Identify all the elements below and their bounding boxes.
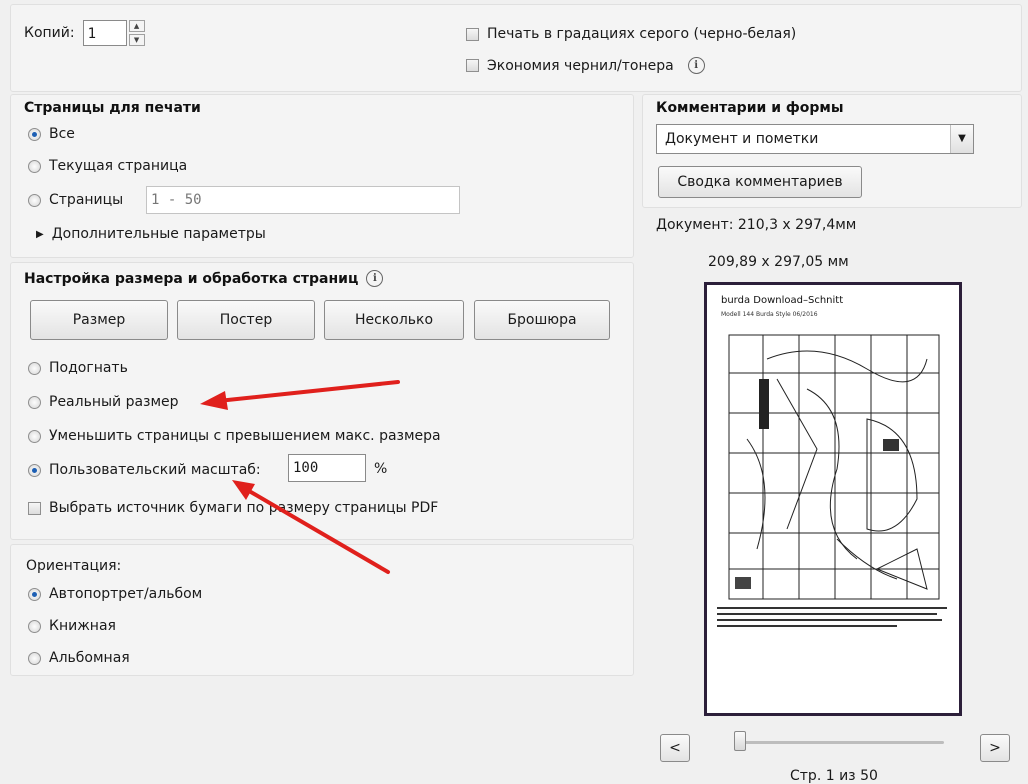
- next-chevron-icon: >: [989, 740, 1001, 756]
- pattern-thumbnail: [717, 329, 947, 629]
- custom-scale-radio[interactable]: [28, 463, 41, 477]
- pages-range-label: Страницы: [49, 192, 124, 208]
- copies-label: Копий:: [24, 25, 75, 41]
- fit-radio[interactable]: [28, 361, 41, 375]
- info-icon[interactable]: i: [687, 57, 705, 74]
- pages-all-row[interactable]: Все: [28, 126, 75, 142]
- booklet-button-label: Брошюра: [507, 312, 577, 328]
- ink-save-row: Экономия чернил/тонера i: [466, 57, 705, 74]
- shrink-row[interactable]: Уменьшить страницы с превышением макс. р…: [28, 428, 441, 444]
- ink-save-checkbox[interactable]: [466, 59, 479, 72]
- comments-title: Комментарии и формы: [656, 100, 844, 116]
- orientation-auto-row[interactable]: Автопортрет/альбом: [28, 586, 202, 602]
- grayscale-row: Печать в градациях серого (черно-белая): [466, 26, 796, 42]
- copies-spinner[interactable]: ▲ ▼: [128, 20, 145, 46]
- comments-dropdown[interactable]: Документ и пометки ▼: [656, 124, 974, 154]
- percent-label: %: [374, 461, 388, 477]
- paper-size: 209,89 x 297,05 мм: [708, 254, 849, 270]
- shrink-label: Уменьшить страницы с превышением макс. р…: [49, 428, 441, 444]
- poster-button[interactable]: Постер: [177, 300, 315, 340]
- size-button[interactable]: Размер: [30, 300, 168, 340]
- info-icon[interactable]: i: [366, 270, 384, 287]
- spin-up-icon[interactable]: ▲: [128, 20, 145, 32]
- orientation-portrait-label: Книжная: [49, 618, 116, 634]
- prev-chevron-icon: <: [669, 740, 681, 756]
- pages-current-row[interactable]: Текущая страница: [28, 158, 187, 174]
- copies-row: Копий: 1 ▲ ▼: [24, 20, 145, 46]
- grayscale-checkbox[interactable]: [466, 27, 479, 41]
- top-panel: [10, 4, 1022, 92]
- ink-save-label: Экономия чернил/тонера: [487, 57, 674, 74]
- pages-range-radio[interactable]: [28, 193, 41, 207]
- preview-page-subheading: Modell 144 Burda Style 06/2016: [721, 311, 818, 318]
- orientation-landscape-row[interactable]: Альбомная: [28, 650, 130, 666]
- pages-current-label: Текущая страница: [49, 158, 188, 174]
- custom-scale-label: Пользовательский масштаб:: [49, 462, 261, 478]
- actual-size-label: Реальный размер: [49, 394, 179, 410]
- multiple-button[interactable]: Несколько: [324, 300, 464, 340]
- orientation-landscape-radio[interactable]: [28, 651, 41, 665]
- shrink-radio[interactable]: [28, 429, 41, 443]
- orientation-portrait-row[interactable]: Книжная: [28, 618, 116, 634]
- preview-prev-button[interactable]: <: [660, 734, 690, 762]
- paper-source-checkbox[interactable]: [28, 501, 41, 515]
- pages-all-label: Все: [49, 126, 75, 142]
- orientation-auto-radio[interactable]: [28, 587, 41, 601]
- fit-row[interactable]: Подогнать: [28, 360, 128, 376]
- page-slider-track[interactable]: [738, 741, 944, 744]
- pages-title: Страницы для печати: [24, 100, 201, 116]
- actual-size-radio[interactable]: [28, 395, 41, 409]
- orientation-portrait-radio[interactable]: [28, 619, 41, 633]
- pages-range-input[interactable]: 1 - 50: [146, 186, 460, 214]
- booklet-button[interactable]: Брошюра: [474, 300, 610, 340]
- orientation-auto-label: Автопортрет/альбом: [49, 586, 203, 602]
- pages-current-radio[interactable]: [28, 159, 41, 173]
- orientation-landscape-label: Альбомная: [49, 650, 130, 666]
- chevron-down-icon[interactable]: ▼: [950, 125, 973, 153]
- preview-page-heading: burda Download–Schnitt: [721, 295, 844, 306]
- custom-scale-input[interactable]: 100: [288, 454, 366, 482]
- paper-source-label: Выбрать источник бумаги по размеру стран…: [49, 500, 439, 516]
- more-options-row[interactable]: ▶ Дополнительные параметры: [36, 226, 266, 242]
- comments-summary-label: Сводка комментариев: [677, 174, 843, 190]
- grayscale-label: Печать в градациях серого (черно-белая): [487, 26, 797, 42]
- triangle-right-icon[interactable]: ▶: [36, 229, 44, 240]
- sizing-title: Настройка размера и обработка страниц: [24, 270, 359, 287]
- copies-input[interactable]: 1: [82, 20, 127, 46]
- actual-size-row[interactable]: Реальный размер: [28, 394, 179, 410]
- multiple-button-label: Несколько: [354, 312, 434, 328]
- pages-all-radio[interactable]: [28, 127, 41, 141]
- page-counter: Стр. 1 из 50: [790, 768, 878, 784]
- more-options-label[interactable]: Дополнительные параметры: [52, 226, 266, 242]
- document-size: Документ: 210,3 x 297,4мм: [656, 217, 857, 233]
- poster-button-label: Постер: [219, 312, 273, 328]
- spin-down-icon[interactable]: ▼: [128, 34, 145, 46]
- comments-summary-button[interactable]: Сводка комментариев: [658, 166, 862, 198]
- custom-scale-row[interactable]: Пользовательский масштаб:: [28, 462, 261, 478]
- paper-source-row[interactable]: Выбрать источник бумаги по размеру стран…: [28, 500, 438, 516]
- orientation-title: Ориентация:: [26, 558, 122, 574]
- preview-frame: burda Download–Schnitt Modell 144 Burda …: [704, 282, 962, 716]
- fit-label: Подогнать: [49, 360, 128, 376]
- sizing-title-row: Настройка размера и обработка страниц i: [24, 270, 384, 287]
- page-slider-thumb[interactable]: [734, 731, 746, 751]
- preview-next-button[interactable]: >: [980, 734, 1010, 762]
- size-button-label: Размер: [72, 312, 126, 328]
- comments-dropdown-value: Документ и пометки: [665, 131, 819, 147]
- pages-range-row[interactable]: Страницы: [28, 192, 123, 208]
